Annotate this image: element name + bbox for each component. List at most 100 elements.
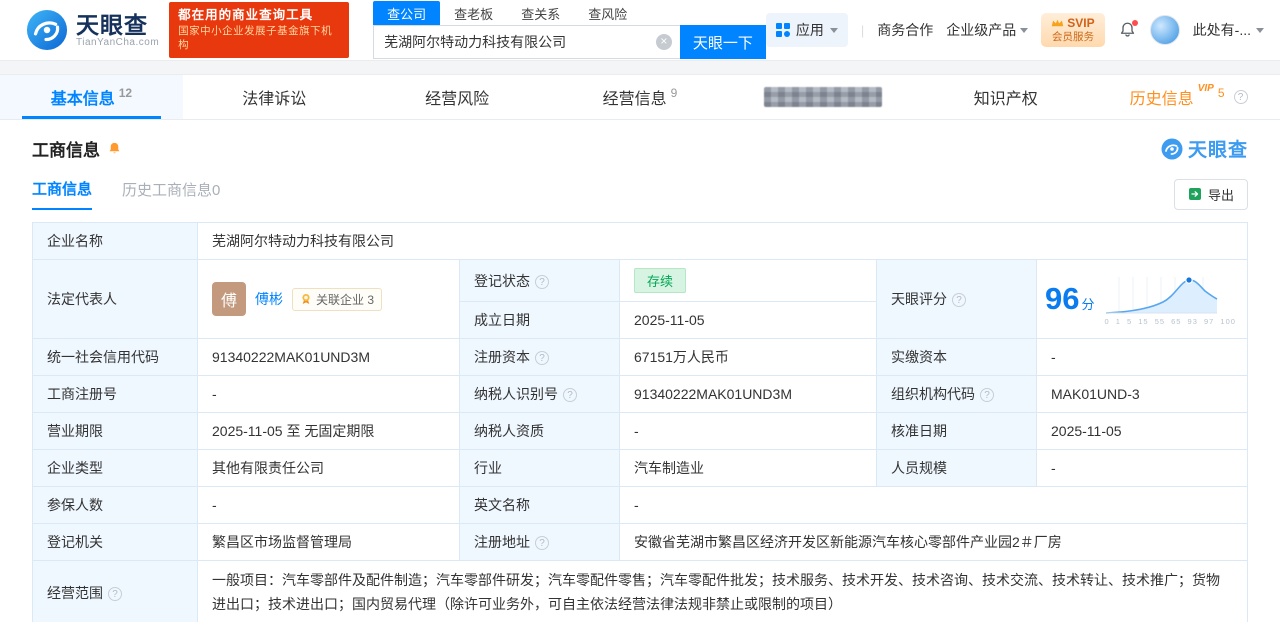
related-company-badge[interactable]: 关联企业 3 [292,287,383,311]
top-header: 天眼查 TianYanCha.com 都在用的商业查询工具 国家中小企业发展子基… [0,0,1280,60]
tab-count: 5 [1217,86,1225,100]
tab-label: 历史信息 [1129,91,1194,108]
help-icon[interactable]: ? [535,274,549,289]
table-row: 企业类型 其他有限责任公司 行业 汽车制造业 人员规模 - [32,449,1248,487]
help-icon[interactable]: ? [980,388,994,402]
logo-text: 天眼查 TianYanCha.com [76,13,159,48]
reg-authority-value: 繁昌区市场监督管理局 [197,523,460,561]
term-value: 2025-11-05 至 无固定期限 [197,412,460,450]
field-label-scope: 经营范围? [32,560,198,622]
grid-icon [775,23,790,37]
help-icon[interactable]: ? [1233,90,1248,104]
score-value: 96 [1045,281,1080,316]
export-icon [1188,188,1201,200]
reg-no-value: - [197,375,460,413]
brand-name: 天眼查 [76,11,148,38]
taxpayer-id-value: 91340222MAK01UND3M [619,375,877,413]
tianyan-score-cell[interactable]: 96 分 0 1 5 15 55 65 93 97 100 [1036,259,1248,339]
label-text: 登记状态 [474,272,530,289]
vip-badge: VIP [1197,82,1214,94]
tab-intellectual-property[interactable]: 知识产权 [914,75,1097,119]
brand-logo[interactable]: 天眼查 TianYanCha.com [26,9,159,51]
link-enterprise-products[interactable]: 企业级产品 [946,20,1029,40]
industry-value: 汽车制造业 [619,449,877,487]
taxpayer-quality-value: - [619,412,877,450]
help-icon[interactable]: ? [108,586,122,601]
score-number: 96 分 [1045,281,1095,317]
chevron-down-icon [829,27,838,33]
field-label-insured-num: 参保人数 [32,486,198,524]
search-tab-risk[interactable]: 查风险 [574,1,641,25]
tab-count: 9 [670,86,678,100]
search-tab-relation[interactable]: 查关系 [507,1,574,25]
clear-icon[interactable]: × [655,34,672,50]
table-row: 经营范围? 一般项目：汽车零部件及配件制造；汽车零部件研发；汽车零配件零售；汽车… [32,560,1248,622]
help-icon[interactable]: ? [952,293,966,307]
user-menu[interactable]: 此处有-... [1193,20,1264,40]
subtab-business-info[interactable]: 工商信息 [32,178,93,210]
help-icon[interactable]: ? [563,388,577,402]
alarm-bell-icon [109,142,120,154]
org-code-value: MAK01UND-3 [1036,375,1248,413]
tab-label: 知识产权 [973,91,1038,108]
tab-label: 经营风险 [425,91,490,108]
legal-rep-link[interactable]: 傅彬 [255,289,283,309]
field-label-name: 企业名称 [32,222,198,260]
tab-history-info[interactable]: 历史信息 VIP 5 ? [1097,75,1280,119]
reg-capital-value: 67151万人民币 [619,338,877,376]
help-icon[interactable]: ? [535,536,549,550]
field-label-industry: 行业 [459,449,620,487]
company-type-value: 其他有限责任公司 [197,449,460,487]
export-button[interactable]: 导出 [1173,178,1248,210]
subtab-history-business-info[interactable]: 历史工商信息0 [122,179,220,209]
user-avatar[interactable] [1149,15,1180,45]
field-label-score: 天眼评分? [876,259,1037,339]
label-text: 纳税人识别号 [474,386,558,402]
field-label-address: 注册地址? [459,523,620,561]
table-row: 营业期限 2025-11-05 至 无固定期限 纳税人资质 - 核准日期 202… [32,412,1248,450]
field-label-taxpayer-id: 纳税人识别号? [459,375,620,413]
tab-operating-risk[interactable]: 经营风险 [366,75,549,119]
tab-legal-proceedings[interactable]: 法律诉讼 [183,75,366,119]
notification-bell[interactable] [1118,20,1138,39]
table-row: 统一社会信用代码 91340222MAK01UND3M 注册资本? 67151万… [32,338,1248,376]
field-label-staff-size: 人员规模 [876,449,1037,487]
brand-domain: TianYanCha.com [76,36,160,48]
tab-label: 经营信息 [602,91,667,108]
search-input[interactable] [384,34,656,50]
tab-redacted[interactable] [731,75,914,119]
svip-member-button[interactable]: SVIP 会员服务 [1041,12,1105,48]
search-tab-boss[interactable]: 查老板 [440,1,507,25]
field-label-est-date: 成立日期 [459,301,620,339]
label-text: 注册地址 [474,534,530,550]
company-name-value: 芜湖阿尔特动力科技有限公司 [197,222,1248,260]
approval-date-value: 2025-11-05 [1036,412,1248,450]
business-scope-value: 一般项目：汽车零部件及配件制造；汽车零部件研发；汽车零配件零售；汽车零配件批发；… [197,560,1248,622]
search-button[interactable]: 天眼一下 [679,25,766,59]
field-label-paid-capital: 实缴资本 [876,338,1037,376]
score-axis-labels: 0 1 5 15 55 65 93 97 100 [1104,316,1236,326]
search-tab-company[interactable]: 查公司 [373,1,441,25]
link-business-cooperation[interactable]: 商务合作 [877,20,933,40]
slogan-line2: 国家中小企业发展子基金旗下机构 [178,25,333,52]
tianyancha-logo-icon [26,9,68,51]
tab-operating-info[interactable]: 经营信息 9 [549,75,732,119]
legal-rep-avatar[interactable]: 傅 [212,282,246,316]
enterprise-label: 企业级产品 [946,22,1017,38]
tab-label: 法律诉讼 [242,91,307,108]
apps-menu[interactable]: 应用 [765,13,848,47]
search-tabs: 查公司 查老板 查关系 查风险 [373,1,766,25]
field-label-reg-capital: 注册资本? [459,338,620,376]
label-text: 天眼评分 [891,291,947,307]
field-label-reg-authority: 登记机关 [32,523,198,561]
label-text: 经营范围 [47,584,103,601]
tab-label: 基本信息 [50,91,115,108]
status-badge: 存续 [634,268,687,293]
separator-band [0,60,1280,74]
tab-basic-info[interactable]: 基本信息 12 [0,75,183,119]
monitor-bell-button[interactable] [107,141,122,156]
slogan-line1: 都在用的商业查询工具 [178,8,314,23]
help-icon[interactable]: ? [535,351,549,365]
label-text: 组织机构代码 [891,386,975,402]
chevron-down-icon [1256,27,1264,33]
